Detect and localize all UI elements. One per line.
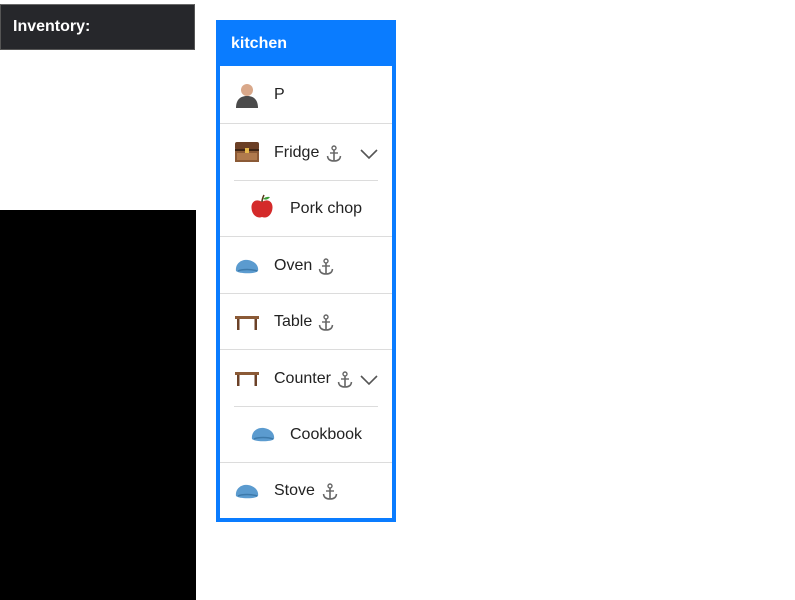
list-item-table[interactable]: Table <box>220 293 392 349</box>
anchor-icon[interactable] <box>322 483 338 501</box>
table-icon <box>235 316 259 330</box>
blob-icon <box>251 427 275 442</box>
list-item-p[interactable]: P <box>220 66 392 123</box>
anchor-icon[interactable] <box>326 145 342 163</box>
list-item-cookbook[interactable]: Cookbook <box>220 406 392 462</box>
person-icon <box>236 84 258 108</box>
anchor-icon[interactable] <box>337 371 353 389</box>
inventory-title: Inventory: <box>13 18 91 35</box>
anchor-icon[interactable] <box>318 258 334 276</box>
inventory-dark-area <box>0 210 196 600</box>
list-item-oven[interactable]: Oven <box>220 236 392 293</box>
chevron-down-icon[interactable] <box>360 374 378 386</box>
list-item-label: P <box>274 86 285 103</box>
room-panel: kitchen P Fridge Pork chop Oven Table Co… <box>216 20 396 522</box>
list-item-label: Counter <box>274 370 331 387</box>
list-item-label: Table <box>274 313 313 330</box>
inventory-blank-area <box>0 50 196 210</box>
room-title: kitchen <box>231 35 288 52</box>
chest-icon <box>235 142 259 162</box>
list-item-label: Fridge <box>274 144 320 161</box>
list-item-fridge[interactable]: Fridge <box>220 123 392 180</box>
anchor-icon[interactable] <box>318 314 334 332</box>
list-item-stove[interactable]: Stove <box>220 462 392 518</box>
list-item-label: Cookbook <box>290 426 363 443</box>
list-item-pork-chop[interactable]: Pork chop <box>220 180 392 236</box>
list-item-label: Pork chop <box>290 200 363 217</box>
apple-icon <box>251 194 273 218</box>
chevron-down-icon[interactable] <box>360 148 378 160</box>
room-item-list: P Fridge Pork chop Oven Table Counter Co… <box>220 66 392 518</box>
inventory-header: Inventory: <box>0 4 195 50</box>
table-icon <box>235 372 259 386</box>
list-item-counter[interactable]: Counter <box>220 349 392 406</box>
blob-icon <box>235 259 259 274</box>
list-item-label: Stove <box>274 482 315 499</box>
list-item-label: Oven <box>274 257 313 274</box>
blob-icon <box>235 484 259 499</box>
